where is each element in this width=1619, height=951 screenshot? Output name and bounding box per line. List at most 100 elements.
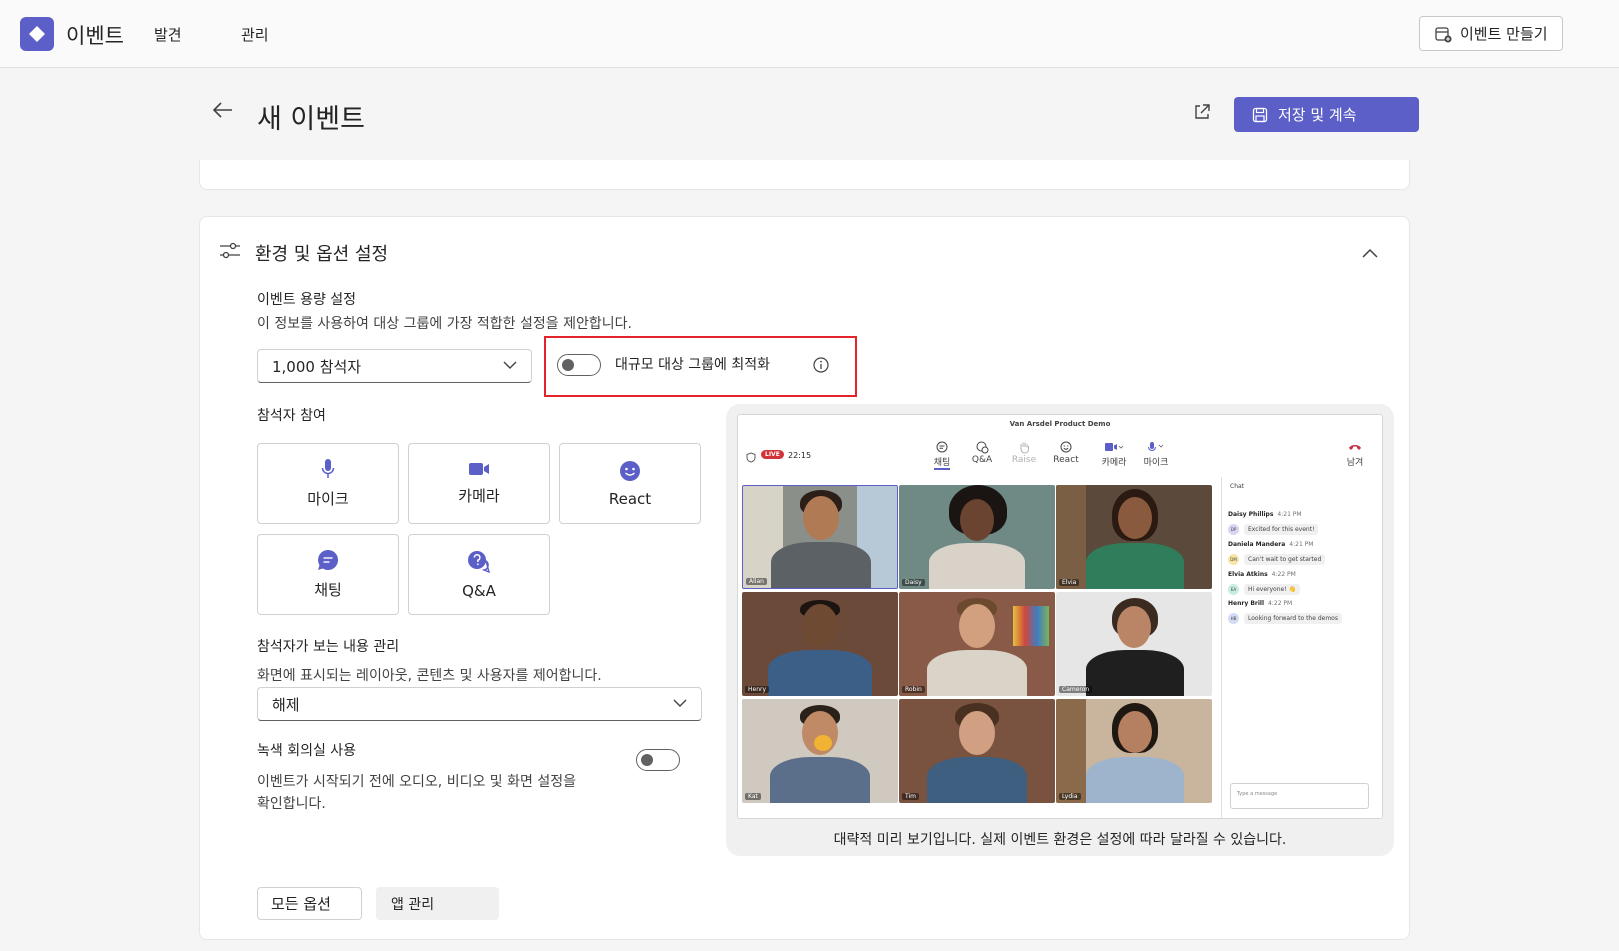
chat-title: Chat <box>1230 483 1245 490</box>
camera-icon <box>469 463 489 475</box>
preview-time: 22:15 <box>788 451 812 460</box>
top-bar: 이벤트 발견 관리 이벤트 만들기 <box>0 0 1619 68</box>
chat-author: Henry Brill <box>1228 600 1265 607</box>
nav-discover[interactable]: 발견 <box>154 24 182 45</box>
chat-time: 4:21 PM <box>1277 511 1302 518</box>
pv-tool-chat: 채팅 <box>924 439 960 470</box>
save-continue-label: 저장 및 계속 <box>1278 106 1357 124</box>
view-dropdown[interactable]: 해제 <box>257 687 702 721</box>
tile-label: 채팅 <box>314 581 342 599</box>
view-value: 해제 <box>272 695 300 714</box>
green-room-description-2: 확인합니다. <box>257 796 326 812</box>
participant-name: Cameron <box>1059 686 1093 693</box>
pv-tool-react: React <box>1048 439 1084 465</box>
participant-name: Kat <box>745 793 761 800</box>
tile-label: 카메라 <box>458 487 500 505</box>
nav-manage[interactable]: 관리 <box>241 24 269 45</box>
video-tile: Elvia <box>1056 485 1212 589</box>
save-icon <box>1252 107 1268 122</box>
all-options-button[interactable]: 모든 옵션 <box>257 887 362 920</box>
smile-icon <box>1060 441 1072 453</box>
video-tile: Robin <box>899 592 1055 696</box>
preview-title: Van Arsdel Product Demo <box>1009 420 1111 428</box>
calendar-add-icon <box>1435 26 1452 42</box>
create-event-label: 이벤트 만들기 <box>1460 25 1548 43</box>
optimize-large-audience-toggle[interactable] <box>557 354 601 376</box>
participant-name: Henry <box>745 686 770 693</box>
video-tile: Henry <box>742 592 898 696</box>
participant-name: Elvia <box>1059 579 1080 586</box>
video-tile: Tim <box>899 699 1055 803</box>
save-continue-button[interactable]: 저장 및 계속 <box>1234 97 1419 132</box>
pv-tool-label: 채팅 <box>933 455 951 470</box>
qa-icon <box>468 550 491 573</box>
chat-author: Daniela Mandera <box>1228 541 1286 548</box>
green-room-title: 녹색 회의실 사용 <box>257 743 357 759</box>
page-title: 새 이벤트 <box>257 104 365 135</box>
pv-tool-label: 카메라 <box>1101 458 1127 468</box>
pv-tool-camera: 카메라 <box>1096 439 1132 468</box>
video-tile: Daisy <box>899 485 1055 589</box>
live-badge: LIVE <box>761 450 784 459</box>
settings-sliders-icon <box>219 241 241 265</box>
chat-message: Henry Brill 4:22 PM HB Looking forward to … <box>1228 590 1378 624</box>
tile-mic[interactable]: 마이크 <box>257 443 399 524</box>
collapse-chevron-icon[interactable] <box>1362 243 1378 262</box>
chevron-down-icon <box>673 699 687 707</box>
chat-message: Daniela Mandera 4:21 PM DM Can't wait to g… <box>1228 531 1378 565</box>
video-tile: Kat <box>742 699 898 803</box>
tile-chat[interactable]: 채팅 <box>257 534 399 615</box>
create-event-button[interactable]: 이벤트 만들기 <box>1419 16 1563 51</box>
tile-label: 마이크 <box>307 490 349 508</box>
app-title: 이벤트 <box>66 24 124 48</box>
chat-icon <box>318 549 339 570</box>
participant-name: Daisy <box>902 579 925 586</box>
pv-tool-label: React <box>1053 455 1079 465</box>
shield-icon <box>746 452 756 463</box>
chat-icon <box>936 441 948 453</box>
preview-window: Van Arsdel Product Demo LIVE 22:15 채팅 Q&… <box>737 414 1383 819</box>
camera-icon <box>1105 443 1124 451</box>
capacity-dropdown[interactable]: 1,000 참석자 <box>257 349 532 383</box>
smile-icon <box>620 460 640 481</box>
pv-tool-label: Q&A <box>971 455 993 465</box>
participation-title: 참석자 참여 <box>257 408 326 424</box>
previous-section-card <box>199 160 1410 190</box>
view-title: 참석자가 보는 내용 관리 <box>257 639 400 655</box>
app-manage-button[interactable]: 앱 관리 <box>376 887 499 920</box>
qa-icon <box>976 441 988 453</box>
mic-icon <box>1148 442 1164 451</box>
chat-input: Type a message <box>1230 783 1369 809</box>
section-title: 환경 및 옵션 설정 <box>255 244 389 265</box>
video-tile: Cameron <box>1056 592 1212 696</box>
chat-bubble: Looking forward to the demos <box>1244 613 1342 624</box>
avatar: HB <box>1228 613 1239 624</box>
back-arrow-icon[interactable] <box>212 100 234 125</box>
chat-message: Daisy Phillips 4:21 PM DP Excited for this… <box>1228 501 1378 535</box>
tile-label: Q&A <box>462 581 496 600</box>
pv-leave: 남겨 <box>1339 439 1371 468</box>
chat-time: 4:22 PM <box>1271 571 1296 578</box>
chat-time: 4:22 PM <box>1268 600 1293 607</box>
capacity-value: 1,000 참석자 <box>272 357 362 376</box>
info-icon[interactable] <box>813 357 829 377</box>
tile-qa[interactable]: Q&A <box>408 534 550 615</box>
chat-author: Daisy Phillips <box>1228 511 1274 518</box>
pv-tool-label: 마이크 <box>1143 458 1169 468</box>
open-external-icon[interactable] <box>1193 103 1211 125</box>
chat-author: Elvia Atkins <box>1228 571 1268 578</box>
tile-camera[interactable]: 카메라 <box>408 443 550 524</box>
capacity-description: 이 정보를 사용하여 대상 그룹에 가장 적합한 설정을 제안합니다. <box>257 316 632 332</box>
participant-name: Lydia <box>1059 793 1081 800</box>
pv-tool-raise: Raise <box>1006 439 1042 465</box>
ticket-icon <box>29 26 45 42</box>
capacity-title: 이벤트 용량 설정 <box>257 292 357 308</box>
tile-label: React <box>608 489 652 508</box>
green-room-toggle[interactable] <box>636 749 680 771</box>
video-tile: Allan <box>742 485 898 589</box>
pv-leave-label: 남겨 <box>1346 458 1364 468</box>
hangup-icon <box>1349 445 1361 450</box>
pv-tool-label: Raise <box>1011 455 1037 465</box>
tile-react[interactable]: React <box>559 443 701 524</box>
app-logo[interactable] <box>20 17 54 51</box>
